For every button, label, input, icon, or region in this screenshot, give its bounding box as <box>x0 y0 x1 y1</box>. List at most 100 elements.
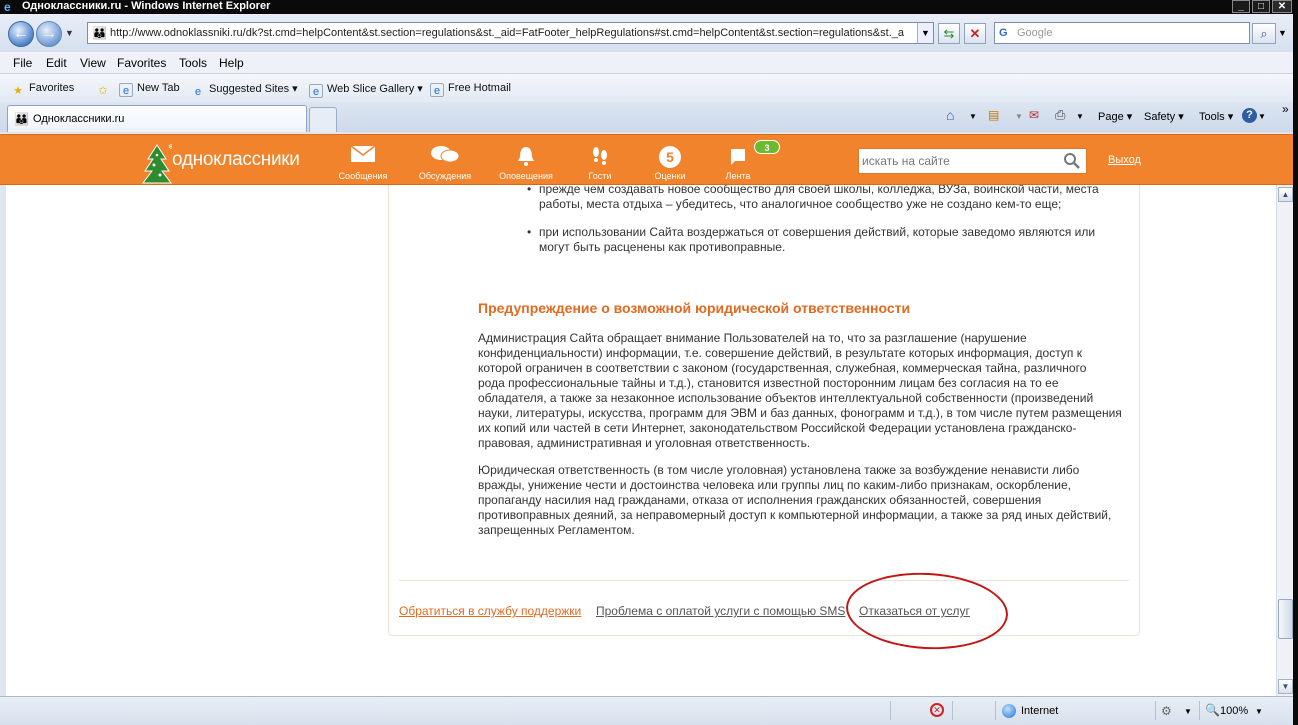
help-dropdown-icon[interactable]: ▼ <box>1258 112 1266 121</box>
nav-guests[interactable]: Гости <box>565 145 635 185</box>
rating-icon: 5 <box>635 145 705 168</box>
nav-ratings[interactable]: 5 Оценки <box>635 145 705 185</box>
compat-refresh-button[interactable]: ⇆ <box>938 23 960 44</box>
bullet-item-2: • при использовании Сайта воздержаться о… <box>527 225 1095 255</box>
star-icon: ★ <box>13 85 23 97</box>
menu-favorites[interactable]: Favorites <box>117 56 166 70</box>
nav-discussions-label: Обсуждения <box>418 171 472 181</box>
site-search-placeholder[interactable]: искать на сайте <box>862 154 950 168</box>
new-tab-button[interactable] <box>309 107 337 132</box>
magnifier-icon[interactable] <box>1063 152 1081 170</box>
scroll-up-arrow-icon[interactable]: ▲ <box>1278 187 1293 202</box>
para2-line: пропаганду насилия над гражданами, отказ… <box>478 493 1042 507</box>
search-go-button[interactable]: ⌕ <box>1252 23 1276 44</box>
protected-mode-icon[interactable]: ⚙ <box>1161 704 1172 718</box>
para1-line: конфиденциальности) информации, т.е. сов… <box>478 346 1082 360</box>
site-search-input[interactable]: искать на сайте <box>858 148 1087 174</box>
fav-suggested-label: Suggested Sites ▾ <box>209 83 298 95</box>
zoom-dropdown-icon[interactable]: ▼ <box>1255 707 1263 716</box>
print-dropdown-icon[interactable]: ▼ <box>1076 112 1084 121</box>
address-url[interactable]: http://www.odnoklassniki.ru/dk?st.cmd=he… <box>110 27 910 39</box>
para1-line: рода профессиональные тайны и т.д.), ста… <box>478 376 1059 390</box>
favorites-button[interactable]: ★ Favorites <box>11 82 74 98</box>
vertical-scrollbar[interactable]: ▲ ▼ <box>1276 185 1293 696</box>
fav-new-tab[interactable]: e New Tab <box>119 82 180 97</box>
nav-ratings-label: Оценки <box>654 171 686 181</box>
section-heading: Предупреждение о возможной юридической о… <box>478 300 911 316</box>
paragraph-liability: Администрация Сайта обращает внимание По… <box>478 331 1138 451</box>
history-dropdown-icon[interactable]: ▼ <box>65 28 74 38</box>
tab-label: Одноклассники.ru <box>33 113 125 125</box>
para2-line: Юридическая ответственность (в том числе… <box>478 463 1080 477</box>
tools-menu[interactable]: Tools ▾ <box>1199 110 1233 123</box>
nav-messages[interactable]: Сообщения <box>328 145 398 185</box>
menu-view[interactable]: View <box>80 56 106 70</box>
status-bar: ✕ Internet ⚙ ▼ 🔍 100% ▼ <box>0 696 1298 725</box>
page-icon: e <box>430 83 444 97</box>
logo-text: одноклассники <box>172 149 300 170</box>
feed-dropdown-icon[interactable]: ▼ <box>1015 112 1023 121</box>
para1-line: правовая, административная и уголовная о… <box>478 436 811 450</box>
address-dropdown-icon[interactable]: ▼ <box>917 23 933 43</box>
fav-suggested-sites[interactable]: e Suggested Sites ▾ <box>191 82 298 99</box>
fav-web-slice-label: Web Slice Gallery ▾ <box>327 83 423 95</box>
mail-icon[interactable]: ✉ <box>1029 108 1039 122</box>
speech-bubbles-icon <box>410 145 480 167</box>
feed-count-badge: 3 <box>754 140 780 154</box>
page-menu[interactable]: Page ▾ <box>1098 110 1132 123</box>
bullet-1-line-1: прежде чем создавать новое сообщество дл… <box>539 185 1099 196</box>
title-bar: e Одноклассники.ru - Windows Internet Ex… <box>0 0 1298 14</box>
scroll-down-arrow-icon[interactable]: ▼ <box>1278 679 1293 694</box>
support-link[interactable]: Обратиться в службу поддержки <box>399 604 581 618</box>
menu-file[interactable]: File <box>13 56 32 70</box>
menu-help[interactable]: Help <box>219 56 244 70</box>
protected-dropdown-icon[interactable]: ▼ <box>1184 707 1192 716</box>
print-icon[interactable]: ⎙ <box>1055 107 1065 123</box>
back-button[interactable]: ← <box>8 21 34 47</box>
address-bar[interactable]: 👪 http://www.odnoklassniki.ru/dk?st.cmd=… <box>87 22 934 44</box>
status-divider <box>952 701 953 720</box>
search-box[interactable]: G Google <box>994 22 1250 44</box>
para2-line: вражды, унижение чести и достоинства чел… <box>478 478 1072 492</box>
zone-label: Internet <box>1021 705 1059 717</box>
search-placeholder[interactable]: Google <box>1017 27 1052 39</box>
google-icon: G <box>999 27 1008 39</box>
tab-active[interactable]: 👪 Одноклассники.ru <box>7 105 307 132</box>
safety-menu[interactable]: Safety ▾ <box>1144 110 1184 123</box>
scroll-thumb[interactable] <box>1278 599 1293 639</box>
christmas-tree-icon: ❄ <box>142 143 172 184</box>
window-title: Одноклассники.ru - Windows Internet Expl… <box>22 0 271 12</box>
nav-notifications[interactable]: Оповещения <box>491 145 561 185</box>
rss-feed-icon[interactable]: ▤ <box>988 108 999 122</box>
maximize-button[interactable]: □ <box>1252 0 1270 13</box>
bullet-item-1: • прежде чем создавать новое сообщество … <box>527 185 1099 212</box>
menu-tools[interactable]: Tools <box>179 56 207 70</box>
zoom-level[interactable]: 100% <box>1220 705 1248 717</box>
add-favorite-button[interactable]: ✩ <box>96 82 114 98</box>
para1-line: Администрация Сайта обращает внимание По… <box>478 331 1027 345</box>
menu-edit[interactable]: Edit <box>46 56 67 70</box>
ie-logo-icon: e <box>4 0 11 14</box>
close-window-button[interactable]: ✕ <box>1272 0 1292 13</box>
search-options-icon[interactable]: ▼ <box>1278 28 1287 38</box>
zoom-icon[interactable]: 🔍 <box>1205 703 1220 717</box>
stop-button[interactable]: ✕ <box>964 23 986 44</box>
home-dropdown-icon[interactable]: ▼ <box>969 112 977 121</box>
fav-free-hotmail[interactable]: e Free Hotmail <box>430 82 511 97</box>
bullet-dot: • <box>527 185 532 196</box>
sms-problem-link[interactable]: Проблема с оплатой услуги с помощью SMS <box>596 604 845 618</box>
popup-blocked-icon[interactable]: ✕ <box>930 703 944 717</box>
home-icon[interactable]: ⌂ <box>946 107 954 123</box>
fav-new-tab-label: New Tab <box>137 82 180 94</box>
site-logo[interactable]: ❄ одноклассники <box>140 137 320 185</box>
help-icon[interactable]: ? <box>1242 108 1257 123</box>
minimize-button[interactable]: _ <box>1232 0 1250 13</box>
nav-discussions[interactable]: Обсуждения <box>410 145 480 185</box>
envelope-icon <box>328 145 398 167</box>
fav-web-slice-gallery[interactable]: e Web Slice Gallery ▾ <box>309 82 423 98</box>
forward-button[interactable]: → <box>36 21 62 47</box>
chevron-more-icon[interactable]: » <box>1282 102 1289 116</box>
bell-icon <box>491 145 561 167</box>
logout-link[interactable]: Выход <box>1108 154 1141 166</box>
nav-guests-label: Гости <box>588 171 612 181</box>
